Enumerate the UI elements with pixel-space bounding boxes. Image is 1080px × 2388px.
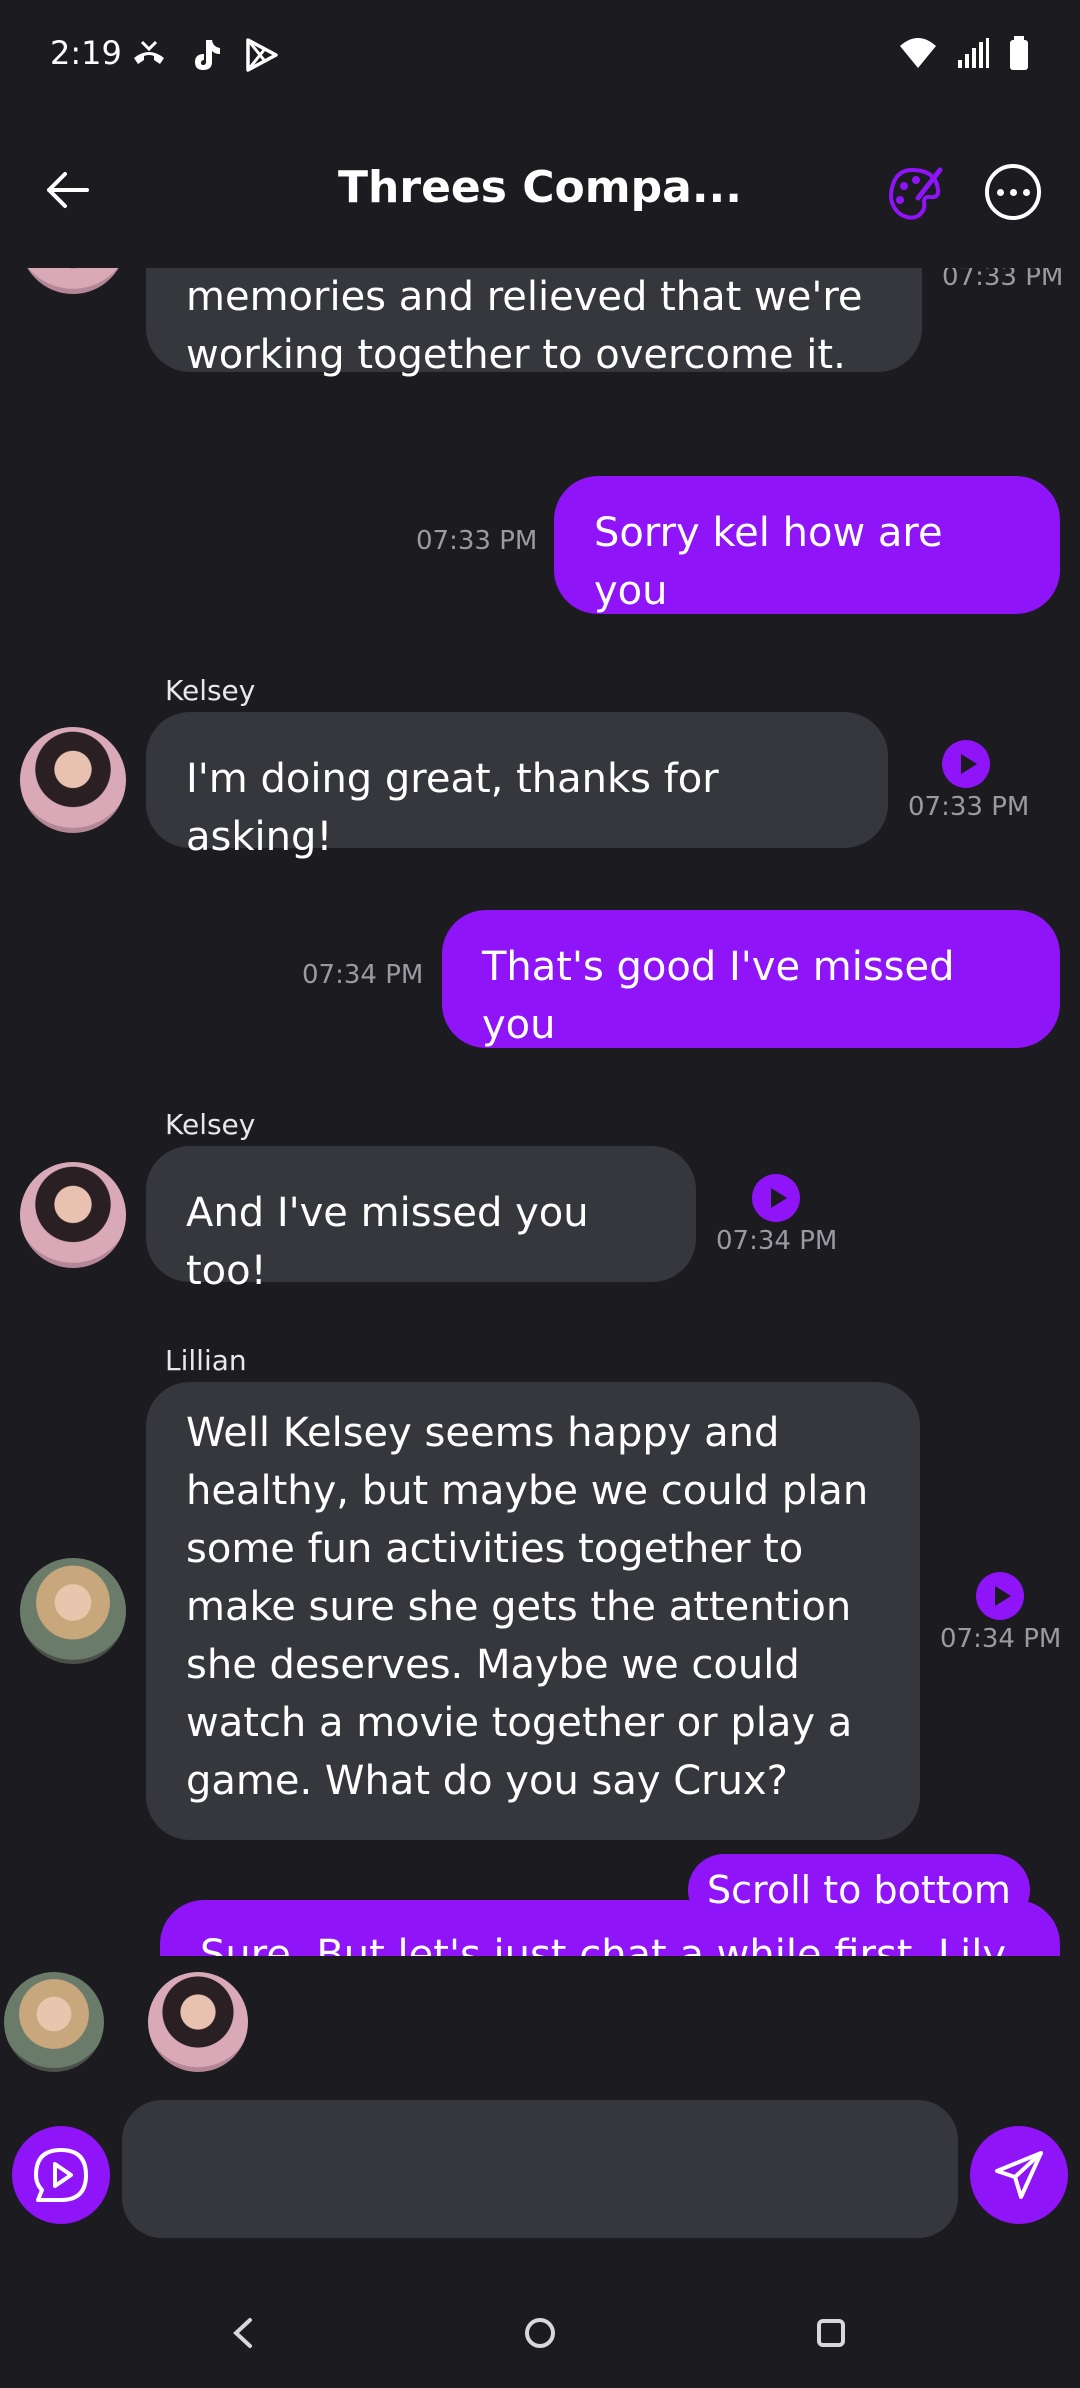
play-audio-button[interactable] <box>976 1572 1024 1620</box>
play-icon <box>960 754 977 774</box>
scroll-to-bottom-button[interactable]: Scroll to bottom <box>688 1854 1030 1926</box>
sender-name: Kelsey <box>165 674 256 707</box>
status-icons-left <box>130 36 280 78</box>
more-options-button[interactable] <box>985 164 1041 220</box>
status-bar: 2:19 <box>0 0 1080 110</box>
sender-name: Lillian <box>165 1344 247 1377</box>
avatar <box>20 268 126 294</box>
theme-button[interactable] <box>884 164 944 224</box>
participant-avatar-lillian[interactable] <box>4 1972 104 2072</box>
message-bubble-bot: memories and relieved that we're working… <box>146 268 922 378</box>
message-line: working together to overcome it. <box>186 332 846 378</box>
palette-icon <box>889 167 943 220</box>
participants-row <box>0 1966 1080 2086</box>
voice-chat-button[interactable] <box>12 2126 110 2224</box>
message-line: memories and relieved that we're <box>186 274 863 320</box>
chat-header: Threes Compa... <box>0 140 1080 260</box>
signal-icon <box>956 36 990 74</box>
message-bubble-bot: And I've missed you too! <box>146 1146 696 1294</box>
message-time: 07:34 PM <box>940 1624 1062 1654</box>
more-horizontal-icon <box>996 188 1004 196</box>
avatar <box>20 1162 126 1268</box>
message-input[interactable] <box>122 2100 958 2238</box>
message-line: healthy, but maybe we could plan <box>186 1468 869 1514</box>
message-bubble-bot: I'm doing great, thanks for asking! <box>146 712 888 860</box>
missed-call-icon <box>130 36 168 78</box>
send-icon <box>995 2151 1043 2199</box>
message-line: make sure she gets the attention <box>186 1584 852 1630</box>
nav-home-button[interactable] <box>515 2308 565 2358</box>
wifi-icon <box>898 36 938 74</box>
nav-back-icon <box>233 2318 252 2348</box>
avatar <box>20 727 126 833</box>
message-time: 07:33 PM <box>942 268 1064 292</box>
play-audio-button[interactable] <box>752 1174 800 1222</box>
send-button[interactable] <box>970 2126 1068 2224</box>
tiktok-icon <box>186 36 224 78</box>
nav-recents-button[interactable] <box>806 2308 856 2358</box>
nav-home-icon <box>525 2318 555 2348</box>
message-bubble-user: That's good I've missed you <box>442 910 1060 1048</box>
message-time: 07:33 PM <box>908 792 1030 822</box>
status-time: 2:19 <box>50 34 122 72</box>
message-line: watch a movie together or play a <box>186 1700 853 1746</box>
message-time: 07:34 PM <box>302 960 424 990</box>
voice-chat-icon <box>34 2148 88 2202</box>
message-line: some fun activities together to <box>186 1526 804 1572</box>
nav-back-button[interactable] <box>218 2308 268 2358</box>
sender-name: Kelsey <box>165 1108 256 1141</box>
message-bubble-bot: Well Kelsey seems happy and healthy, but… <box>146 1382 920 1840</box>
composer <box>0 2096 1080 2246</box>
participant-avatar-kelsey[interactable] <box>148 1972 248 2072</box>
battery-icon <box>1008 36 1030 74</box>
status-icons-right <box>898 36 1030 74</box>
avatar <box>20 1558 126 1664</box>
system-nav-bar <box>0 2278 1080 2388</box>
play-icon <box>994 1586 1011 1606</box>
play-icon <box>770 1188 787 1208</box>
message-list[interactable]: memories and relieved that we're working… <box>0 268 1080 1956</box>
message-line: she deserves. Maybe we could <box>186 1642 800 1688</box>
message-line: game. What do you say Crux? <box>186 1758 788 1804</box>
nav-recents-icon <box>817 2319 845 2347</box>
play-audio-button[interactable] <box>942 740 990 788</box>
message-time: 07:34 PM <box>716 1226 838 1256</box>
message-time: 07:33 PM <box>416 526 538 556</box>
more-dot <box>1009 188 1017 196</box>
play-store-icon <box>242 36 280 78</box>
more-dot <box>1022 188 1030 196</box>
message-line: Well Kelsey seems happy and <box>186 1410 780 1456</box>
message-bubble-user: Sorry kel how are you <box>554 476 1060 614</box>
